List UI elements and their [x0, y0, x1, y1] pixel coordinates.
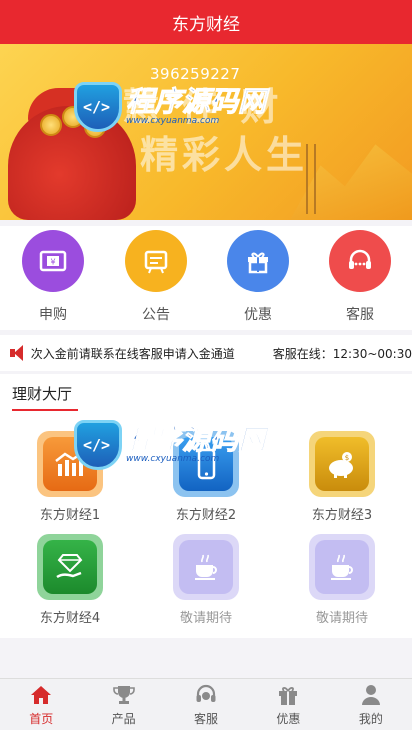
- watermark-title: 程序源码网: [125, 423, 267, 456]
- svg-text:¥: ¥: [50, 258, 55, 267]
- tab-label: 优惠: [276, 712, 301, 726]
- watermark-logo: 程序源码网 www.cxyuanma.com: [74, 420, 267, 470]
- product-card[interactable]: 敬请期待: [287, 534, 397, 626]
- product-tile: [309, 534, 375, 600]
- notice-message: 次入金前请联系在线客服申请入金通道: [30, 346, 235, 361]
- piggy-bank-icon: $: [315, 437, 369, 491]
- headset-icon: [193, 682, 219, 708]
- tab-mine[interactable]: 我的: [330, 679, 412, 730]
- tab-promo[interactable]: 优惠: [247, 679, 329, 730]
- product-card[interactable]: 东方财经4: [15, 534, 125, 626]
- tab-service[interactable]: 客服: [165, 679, 247, 730]
- page-title: 东方财经: [172, 14, 240, 35]
- notice-bar[interactable]: 次入金前请联系在线客服申请入金通道 客服在线：12:30~00:30: [0, 335, 412, 371]
- bottom-tab-bar: 首页 产品 客服 优惠 我的: [0, 678, 412, 730]
- user-icon: [358, 682, 384, 708]
- trophy-icon: [111, 682, 137, 708]
- gift-icon: [275, 682, 301, 708]
- quick-link-label: 优惠: [244, 307, 272, 323]
- section-title: 理财大厅: [12, 385, 73, 403]
- product-label: 东方财经4: [39, 611, 101, 626]
- watermark-url: www.cxyuanma.com: [126, 116, 220, 126]
- product-label: 东方财经1: [39, 508, 101, 523]
- product-tile: [173, 534, 239, 600]
- watermark-url: www.cxyuanma.com: [126, 454, 220, 464]
- product-label: 敬请期待: [179, 611, 232, 626]
- product-label: 东方财经2: [175, 508, 237, 523]
- tab-label: 产品: [111, 712, 136, 726]
- banner-slogan: 精彩人生: [140, 133, 309, 177]
- product-tile: [37, 534, 103, 600]
- product-label: 东方财经3: [311, 508, 373, 523]
- speaker-icon: [10, 344, 28, 362]
- product-label: 敬请期待: [315, 611, 368, 626]
- atm-card-icon: ¥: [22, 230, 84, 292]
- tab-label: 首页: [29, 712, 54, 726]
- diamond-hand-icon: [43, 540, 97, 594]
- finance-hall: 理财大厅 东方财经1 东方财经2 $ 东方财经3 东方财经4 敬请期待 敬请期待: [0, 374, 412, 638]
- tab-label: 我的: [358, 712, 383, 726]
- notice-board-icon: [125, 230, 187, 292]
- quick-link-label: 公告: [142, 307, 170, 323]
- product-card[interactable]: $ 东方财经3: [287, 431, 397, 523]
- tab-label: 客服: [194, 712, 219, 726]
- watermark-logo: 程序源码网 www.cxyuanma.com: [74, 82, 267, 132]
- coffee-cup-icon: [179, 540, 233, 594]
- promo-banner[interactable]: 智慧 佳 财 精彩人生 396259227: [0, 44, 412, 220]
- tab-home[interactable]: 首页: [0, 679, 82, 730]
- watermark-title: 程序源码网: [125, 85, 267, 118]
- quick-link-subscribe[interactable]: ¥ 申购: [13, 230, 93, 324]
- coffee-cup-icon: [315, 540, 369, 594]
- quick-link-notice[interactable]: 公告: [116, 230, 196, 324]
- code-shield-icon: [74, 82, 122, 132]
- product-tile: $: [309, 431, 375, 497]
- headset-icon: [329, 230, 391, 292]
- coin-icon: [40, 114, 62, 136]
- product-card[interactable]: 敬请期待: [151, 534, 261, 626]
- section-title-underline: [12, 409, 78, 411]
- quick-link-promo[interactable]: 优惠: [218, 230, 298, 324]
- home-icon: [28, 682, 54, 708]
- tab-products[interactable]: 产品: [82, 679, 164, 730]
- quick-link-service[interactable]: 客服: [320, 230, 400, 324]
- service-hours: 客服在线：12:30~00:30: [272, 346, 412, 361]
- gift-icon: [227, 230, 289, 292]
- quick-links: ¥ 申购 公告 优惠 客服: [0, 226, 412, 330]
- banner-qq-number: 396259227: [150, 65, 241, 83]
- quick-link-label: 申购: [39, 307, 67, 323]
- quick-link-label: 客服: [346, 307, 374, 323]
- svg-text:$: $: [345, 454, 349, 462]
- code-shield-icon: [74, 420, 122, 470]
- app-header: 东方财经: [0, 0, 412, 44]
